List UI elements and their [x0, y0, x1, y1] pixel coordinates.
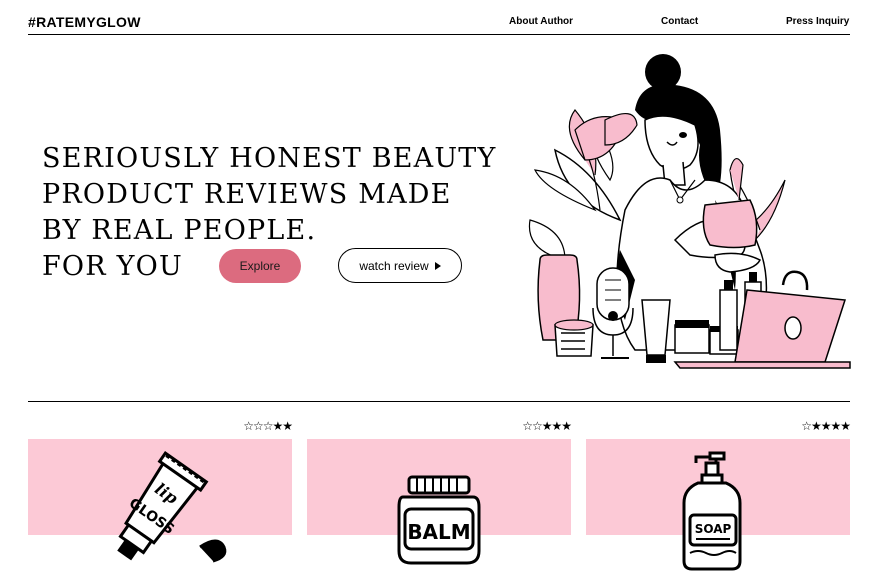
nav-contact[interactable]: Contact	[661, 16, 698, 27]
lip-gloss-icon: lip GLOSS	[117, 451, 227, 563]
hero-title-line: product reviews made	[42, 179, 452, 210]
explore-button[interactable]: Explore	[219, 249, 301, 283]
rating-stars: ☆☆★★★	[522, 419, 572, 433]
balm-label: BALM	[407, 520, 470, 544]
hero-title-line: by real people.	[42, 215, 317, 246]
product-card-soap[interactable]: ☆★★★★ SOAP	[586, 419, 851, 580]
section-divider	[28, 401, 850, 402]
play-icon	[434, 261, 441, 270]
product-card-balm[interactable]: ☆☆★★★ BALM	[307, 419, 572, 580]
rating-stars: ☆☆☆★★	[243, 419, 293, 433]
product-card-lip-gloss[interactable]: ☆☆☆★★ lip GLOSS	[28, 419, 293, 580]
hero-title-line: Seriously honest beauty	[42, 143, 497, 174]
site-header: #RATEMYGLOW About Author Contact Press I…	[28, 0, 850, 35]
soap-label: SOAP	[695, 522, 732, 536]
nav-press-inquiry[interactable]: Press Inquiry	[786, 16, 849, 27]
hero-illustration	[528, 54, 851, 369]
soap-icon: SOAP	[682, 451, 742, 571]
watch-review-button[interactable]: watch review	[338, 248, 462, 283]
site-logo[interactable]: #RATEMYGLOW	[28, 14, 141, 30]
watch-review-label: watch review	[359, 258, 429, 273]
nav-about-author[interactable]: About Author	[509, 16, 573, 27]
rating-stars: ☆★★★★	[801, 419, 851, 433]
balm-icon: BALM	[397, 475, 481, 565]
